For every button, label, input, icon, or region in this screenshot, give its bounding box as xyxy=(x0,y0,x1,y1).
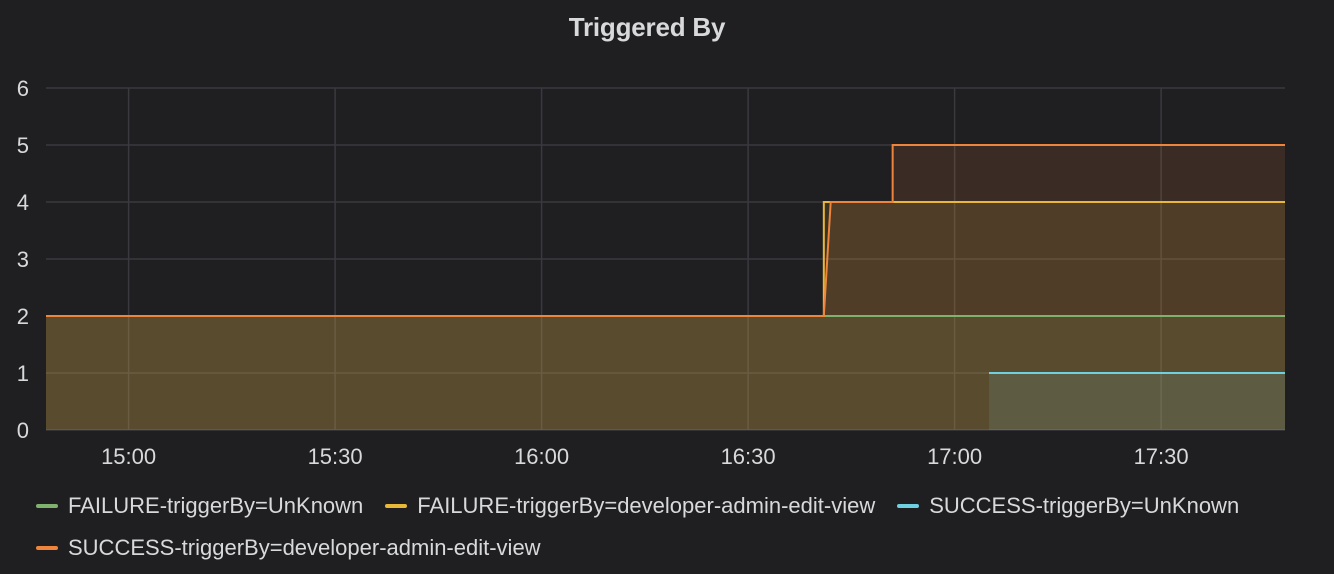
x-tick-label: 17:30 xyxy=(1134,444,1189,469)
y-tick-label: 4 xyxy=(17,190,29,215)
series-area-3 xyxy=(46,145,1285,430)
x-tick-label: 15:30 xyxy=(308,444,363,469)
legend-swatch xyxy=(897,504,920,508)
legend-item[interactable]: FAILURE-triggerBy=developer-admin-edit-v… xyxy=(385,492,875,520)
chart-svg: 0 1 2 3 4 5 6 15:00 15:30 16:00 16:30 17:00 17:30 xyxy=(17,76,1285,469)
chart-legend: FAILURE-triggerBy=UnKnown FAILURE-trigger… xyxy=(36,492,1326,562)
legend-item[interactable]: FAILURE-triggerBy=UnKnown xyxy=(36,492,363,520)
y-tick-label: 1 xyxy=(17,361,29,386)
y-tick-label: 3 xyxy=(17,247,29,272)
chart-panel: Triggered By 0 1 2 3 4 5 6 15:00 15:30 16:00 16:30… xyxy=(0,0,1334,574)
y-tick-label: 2 xyxy=(17,304,29,329)
y-tick-label: 0 xyxy=(17,418,29,443)
legend-label: SUCCESS-triggerBy=UnKnown xyxy=(929,493,1240,518)
legend-label: FAILURE-triggerBy=developer-admin-edit-v… xyxy=(417,493,876,518)
legend-swatch xyxy=(36,546,58,550)
x-tick-label: 15:00 xyxy=(101,444,156,469)
y-tick-label: 5 xyxy=(17,133,29,158)
y-tick-label: 6 xyxy=(17,76,29,101)
x-tick-label: 17:00 xyxy=(927,444,982,469)
legend-swatch xyxy=(36,504,58,508)
legend-label: SUCCESS-triggerBy=developer-admin-edit-v… xyxy=(68,535,541,560)
x-tick-label: 16:00 xyxy=(514,444,569,469)
x-tick-label: 16:30 xyxy=(721,444,776,469)
legend-item[interactable]: SUCCESS-triggerBy=developer-admin-edit-v… xyxy=(36,534,541,562)
legend-item[interactable]: SUCCESS-triggerBy=UnKnown xyxy=(897,492,1239,520)
legend-swatch xyxy=(385,504,408,508)
legend-label: FAILURE-triggerBy=UnKnown xyxy=(68,493,364,518)
